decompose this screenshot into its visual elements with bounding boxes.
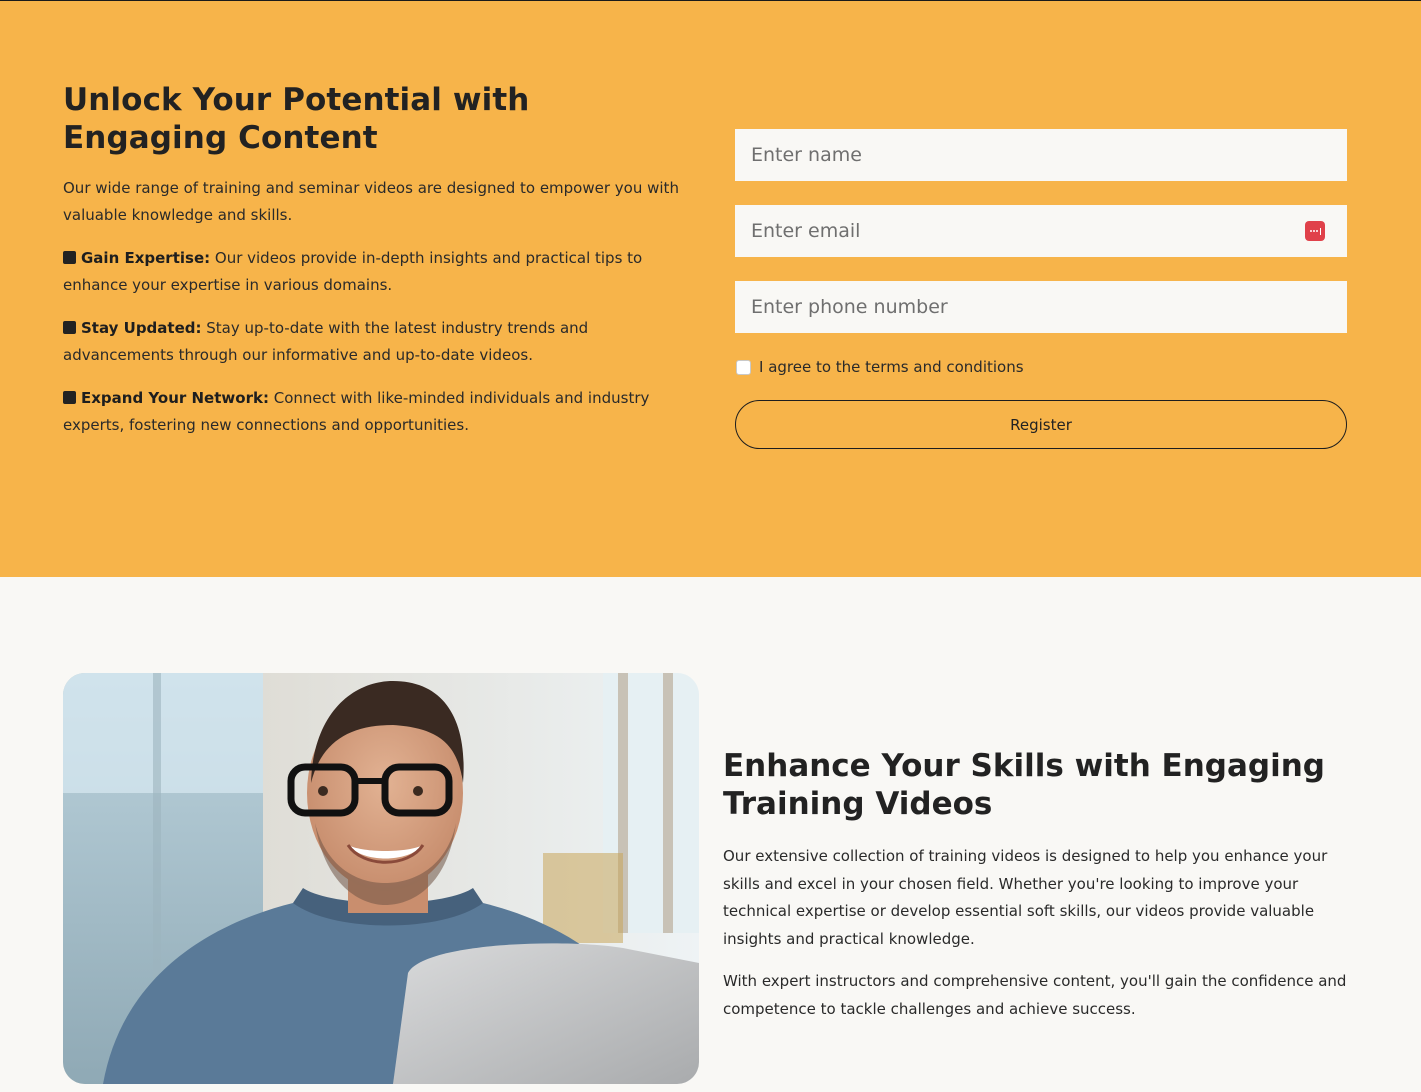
square-bullet-icon [63,321,76,334]
phone-field-wrapper [735,281,1347,333]
skills-content: Enhance Your Skills with Engaging Traini… [723,747,1363,1023]
phone-input[interactable] [735,281,1347,333]
terms-checkbox[interactable] [736,359,751,375]
terms-label: I agree to the terms and conditions [759,358,1024,376]
benefit-item: Expand Your Network: Connect with like-m… [63,385,688,439]
benefit-label: Gain Expertise: [81,249,211,267]
square-bullet-icon [63,391,76,404]
benefit-label: Expand Your Network: [81,389,269,407]
password-manager-icon[interactable] [1305,221,1325,241]
email-field-wrapper [735,205,1347,257]
section-paragraph: With expert instructors and comprehensiv… [723,972,1347,1018]
square-bullet-icon [63,251,76,264]
skills-section: Enhance Your Skills with Engaging Traini… [0,577,1421,1092]
register-button[interactable]: Register [735,400,1347,449]
registration-form: I agree to the terms and conditions Regi… [735,129,1347,449]
hero-section: Unlock Your Potential with Engaging Cont… [0,1,1421,577]
instructor-photo [63,673,699,1084]
hero-title: Unlock Your Potential with Engaging Cont… [63,82,530,156]
hero-content: Unlock Your Potential with Engaging Cont… [63,81,688,439]
hero-intro: Our wide range of training and seminar v… [63,179,679,224]
name-input[interactable] [735,129,1347,181]
email-input[interactable] [735,205,1347,257]
section-paragraph: Our extensive collection of training vid… [723,847,1328,948]
benefit-item: Gain Expertise: Our videos provide in-de… [63,245,688,299]
benefit-label: Stay Updated: [81,319,202,337]
terms-row[interactable]: I agree to the terms and conditions [735,357,1347,377]
benefit-item: Stay Updated: Stay up-to-date with the l… [63,315,688,369]
name-field-wrapper [735,129,1347,181]
section-title: Enhance Your Skills with Engaging Traini… [723,748,1325,822]
